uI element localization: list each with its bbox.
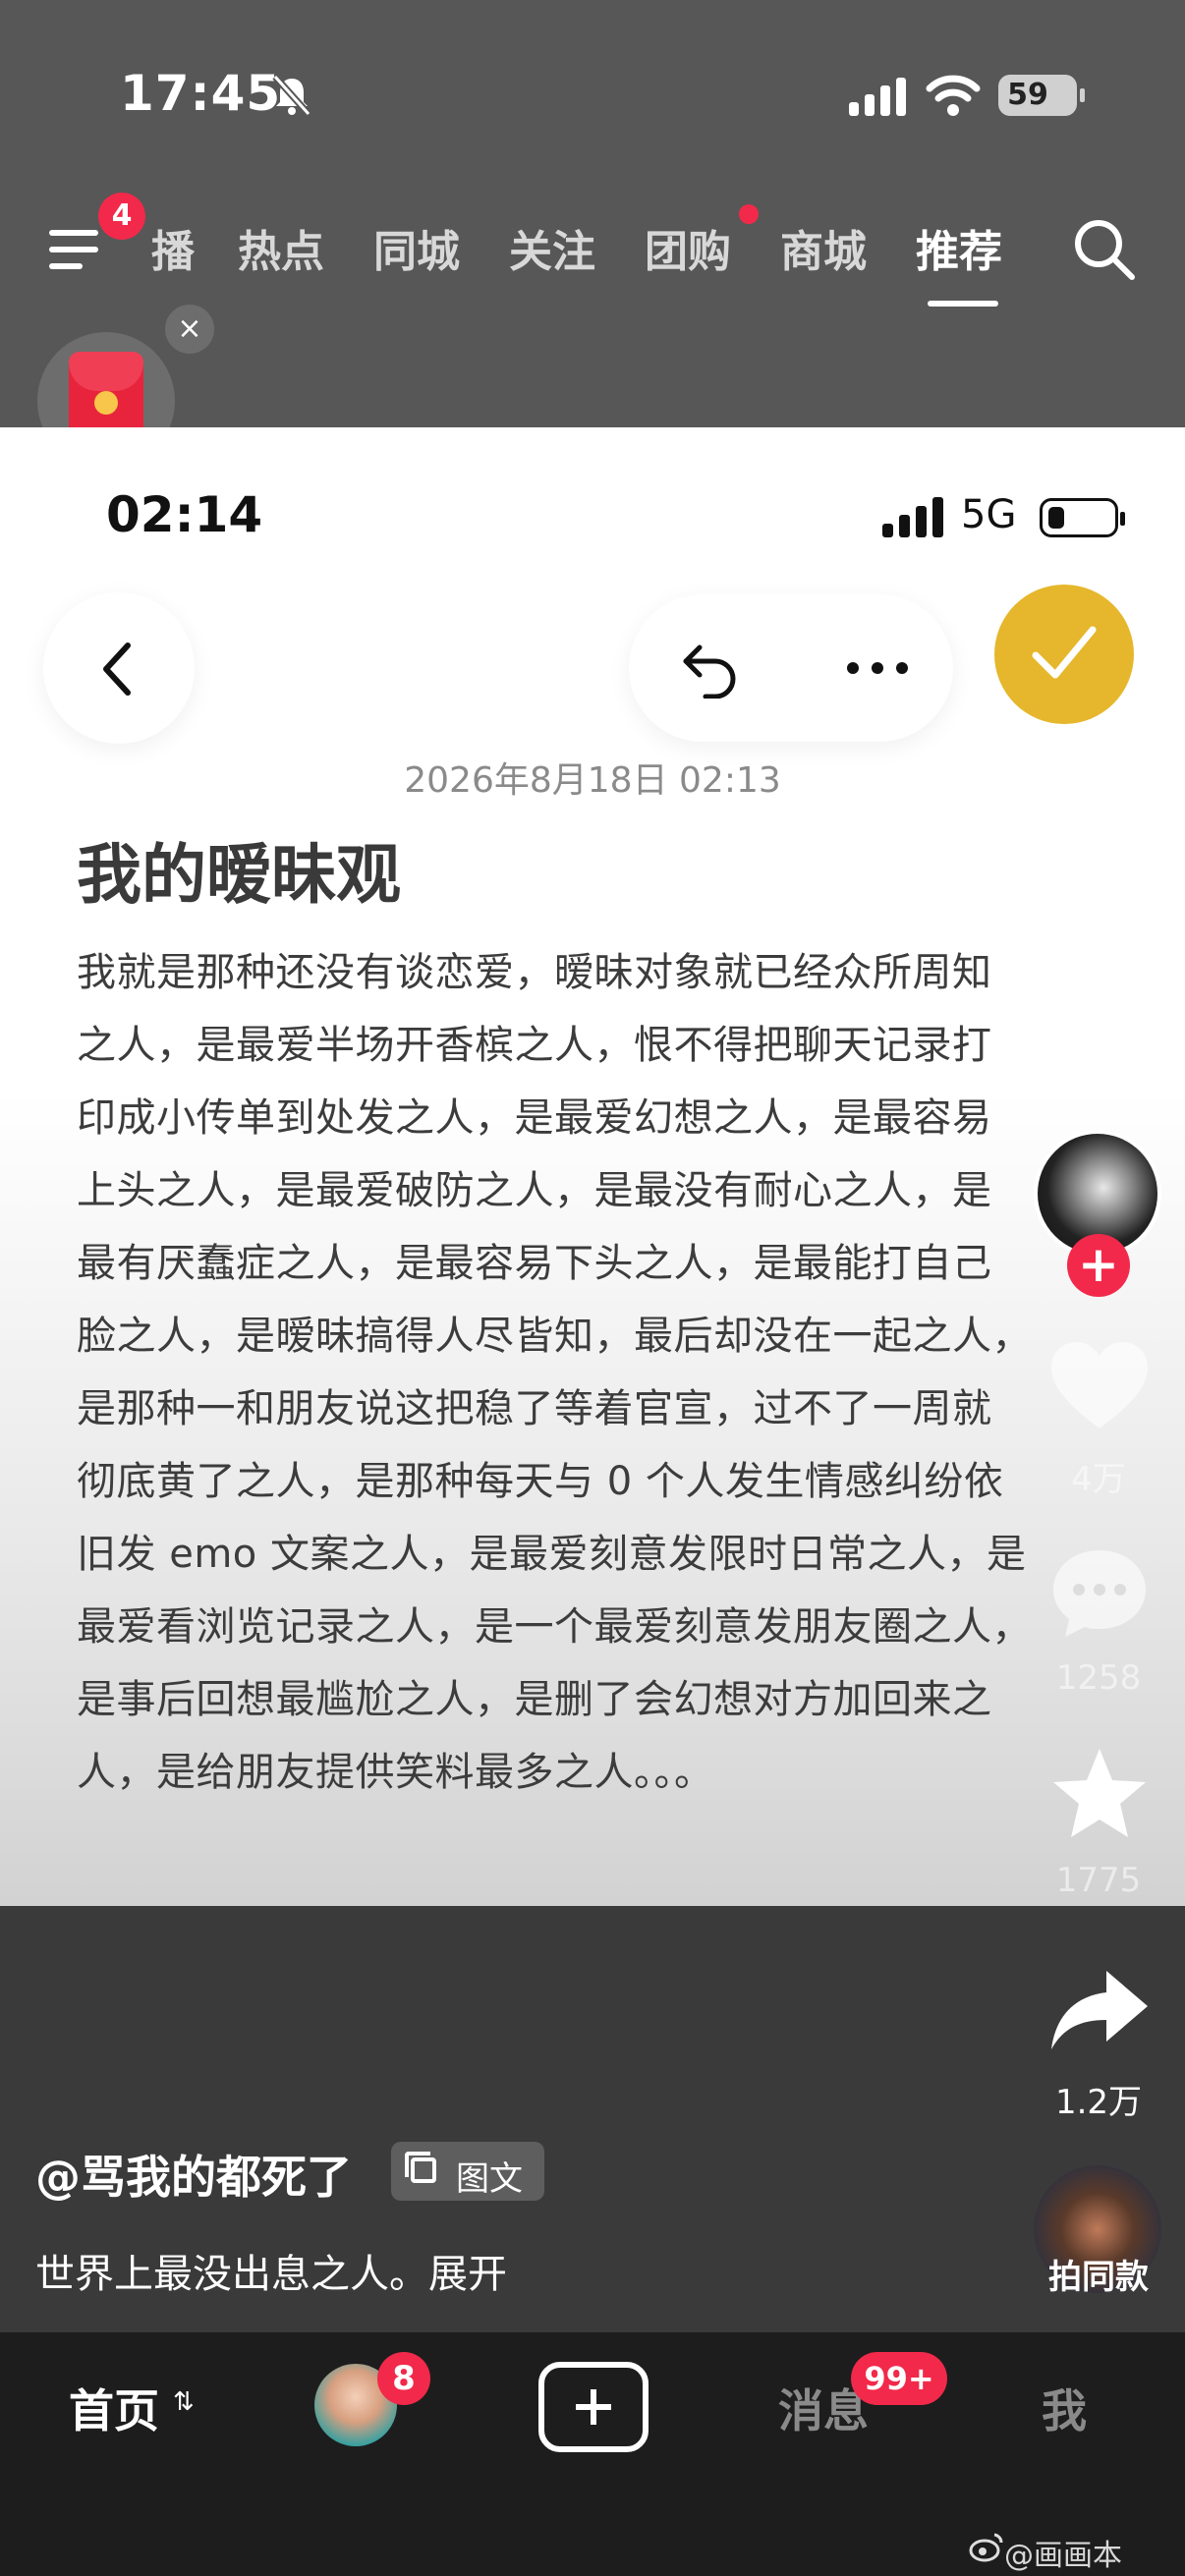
note-line: 旧发 emo 文案之人，是最爱刻意发限时日常之人，是 [77,1532,1027,1577]
top-navigation: 4 播 热点 同城 关注 团购 商城 推荐 × [0,187,1185,470]
inner-network-label: 5G [961,492,1017,537]
note-line: 是那种一和朋友说这把稳了等着官宣，过不了一周就 [77,1386,992,1431]
note-body: 我就是那种还没有谈恋爱，暧昧对象就已经众所周知 之人，是最爱半场开香槟之人，恨不… [77,936,1108,1809]
switch-icon: ⇅ [173,2387,195,2417]
post-type-label: 图文 [456,2159,523,2199]
wifi-icon [926,75,981,116]
author-name[interactable]: @骂我的都死了 [35,2142,352,2207]
tab-me[interactable]: 我 [1042,2376,1087,2440]
note-line: 最爱看浏览记录之人，是一个最爱刻意发朋友圈之人， [77,1604,1032,1650]
chevron-left-icon [103,643,131,696]
inner-status-time: 02:14 [106,486,263,543]
tab-home[interactable]: 首页 [69,2376,159,2440]
coin-icon [94,391,118,415]
friends-badge: 8 [377,2352,430,2405]
share-icon[interactable] [1045,1963,1154,2061]
close-icon[interactable]: × [165,305,214,354]
note-line: 脸之人，是暧昧搞得人尽皆知，最后却没在一起之人， [77,1314,1032,1359]
like-count: 4万 [1071,1460,1126,1499]
share-count: 1.2万 [1054,2083,1143,2122]
note-title: 我的暧昧观 [77,836,401,913]
inner-signal-icon [882,497,943,537]
heart-icon[interactable] [1045,1338,1154,1436]
undo-icon [683,644,736,699]
tab-following[interactable]: 关注 [509,216,595,279]
create-button[interactable] [538,2362,649,2452]
same-style-label: 拍同款 [1048,2258,1149,2297]
weibo-logo-icon [969,2533,1003,2562]
note-line: 我就是那种还没有谈恋爱，暧昧对象就已经众所周知 [77,950,992,995]
note-line: 印成小传单到处发之人，是最爱幻想之人，是最容易 [77,1095,992,1141]
tab-recommend[interactable]: 推荐 [916,216,1002,279]
note-line: 彻底黄了之人，是那种每天与 0 个人发生情感纠纷依 [77,1459,1004,1504]
active-tab-indicator [928,301,998,307]
tab-hot[interactable]: 热点 [238,216,324,279]
status-time: 17:45 [120,65,282,122]
favorite-count: 1775 [1055,1861,1142,1900]
more-icon [847,662,908,674]
note-actions [629,594,953,742]
caption-text[interactable]: 世界上最没出息之人。展开 [35,2242,507,2299]
battery-level: 59 [1007,78,1048,112]
note-line: 人，是给朋友提供笑料最多之人。。。 [77,1750,714,1795]
note-date: 2026年8月18日 02:13 [404,760,781,801]
signal-icon [849,78,906,116]
note-line: 是事后回想最尴尬之人，是删了会幻想对方加回来之 [77,1677,992,1722]
note-line: 之人，是最爱半场开香槟之人，恨不得把聊天记录打 [77,1023,992,1068]
battery-indicator: 59 [998,75,1085,116]
star-icon[interactable] [1045,1745,1154,1843]
groupbuy-dot [739,204,759,224]
follow-button[interactable]: + [1067,1234,1130,1297]
done-button [994,585,1134,724]
search-icon[interactable] [1071,216,1136,281]
watermark-text: @画画本 [1004,2539,1122,2573]
inner-battery-icon [1040,498,1125,537]
post-type-badge: 图文 [391,2142,544,2201]
image-stack-front [411,2157,436,2183]
status-bar: 17:45 59 [0,0,1185,187]
comment-count: 1258 [1055,1658,1142,1698]
tab-local[interactable]: 同城 [373,216,460,279]
menu-icon[interactable] [49,226,106,273]
comment-icon[interactable] [1045,1544,1154,1643]
tab-live[interactable]: 播 [151,216,195,279]
note-line: 上头之人，是最爱破防之人，是最没有耐心之人，是 [77,1168,992,1213]
post-image[interactable]: 02:14 5G 2026年8月18日 02:13 我的暧昧观 我就是那种还没有… [0,427,1185,1906]
tab-groupbuy[interactable]: 团购 [645,216,731,279]
menu-badge: 4 [98,193,145,240]
messages-badge: 99+ [851,2352,947,2405]
bell-muted-icon [272,74,311,117]
checkmark-icon [1032,626,1097,679]
back-button [43,592,195,744]
note-line: 最有厌蠢症之人，是最容易下头之人，是最能打自己 [77,1241,992,1286]
tab-mall[interactable]: 商城 [780,216,867,279]
